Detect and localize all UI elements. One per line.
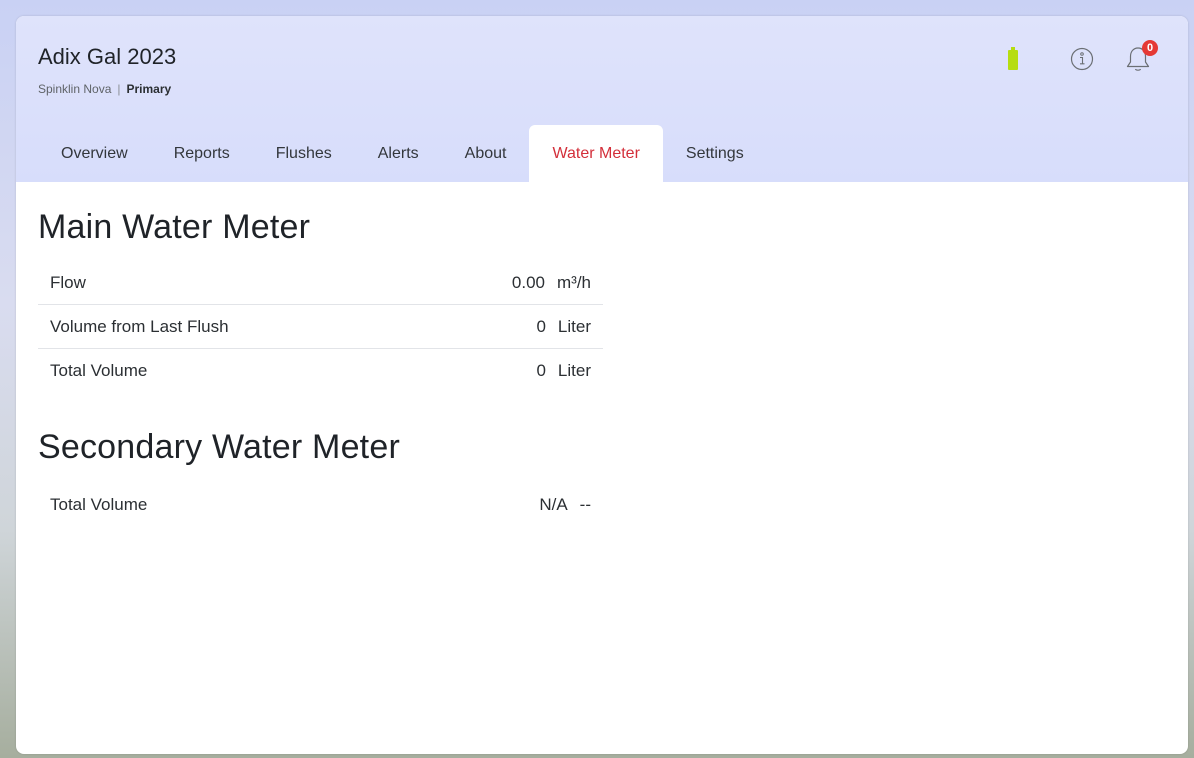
tab-reports[interactable]: Reports <box>151 125 253 182</box>
row-label: Flow <box>50 272 86 292</box>
row-value: 0.00 m³/h <box>412 261 603 305</box>
row-value: N/A -- <box>386 483 603 526</box>
tab-alerts[interactable]: Alerts <box>355 125 442 182</box>
notification-badge: 0 <box>1142 40 1158 56</box>
secondary-meter-table: Total Volume N/A -- <box>38 483 603 526</box>
controller-name: Spinklin Nova <box>38 82 112 96</box>
total-volume-unit: Liter <box>557 360 591 380</box>
device-header: Adix Gal 2023 Spinklin Nova | Primary 0 Ov… <box>16 16 1188 182</box>
secondary-meter-title: Secondary Water Meter <box>38 428 400 466</box>
flow-value: 0.00 <box>511 272 545 292</box>
info-icon[interactable] <box>1070 47 1094 71</box>
device-subtitle: Spinklin Nova | Primary <box>38 82 171 96</box>
table-row: Total Volume N/A -- <box>38 483 603 526</box>
main-meter-table: Flow 0.00 m³/h Volume from Last Flush 0 Li… <box>38 261 603 392</box>
tab-bar: Overview Reports Flushes Alerts About Wa… <box>38 125 767 182</box>
tab-flushes[interactable]: Flushes <box>253 125 355 182</box>
header-icons: 0 <box>1008 40 1158 74</box>
secondary-total-volume-value: N/A <box>539 494 568 514</box>
last-flush-volume-unit: Liter <box>557 316 591 336</box>
subtitle-separator: | <box>117 82 121 96</box>
secondary-total-volume-unit: -- <box>579 494 591 514</box>
main-meter-title: Main Water Meter <box>38 208 311 246</box>
last-flush-volume-value: 0 <box>536 316 546 336</box>
notifications-button[interactable]: 0 <box>1124 40 1158 74</box>
controller-role: Primary <box>126 82 172 96</box>
tab-overview[interactable]: Overview <box>38 125 151 182</box>
tab-water-meter[interactable]: Water Meter <box>529 125 663 182</box>
table-row: Flow 0.00 m³/h <box>38 261 603 305</box>
row-value: 0 Liter <box>412 304 603 349</box>
device-title: Adix Gal 2023 <box>38 44 177 69</box>
water-meter-content: Main Water Meter Flow 0.00 m³/h Volume fr… <box>16 208 1188 526</box>
tab-settings[interactable]: Settings <box>663 125 767 182</box>
tab-about[interactable]: About <box>442 125 530 182</box>
total-volume-value: 0 <box>536 360 546 380</box>
flow-unit: m³/h <box>557 272 591 292</box>
row-label: Volume from Last Flush <box>38 304 413 349</box>
row-label: Total Volume <box>50 494 148 514</box>
app-window: Adix Gal 2023 Spinklin Nova | Primary 0 Ov… <box>16 16 1188 754</box>
table-row: Volume from Last Flush 0 Liter <box>38 304 603 349</box>
table-row: Total Volume 0 Liter <box>38 348 603 392</box>
row-value: 0 Liter <box>412 348 603 392</box>
row-label: Total Volume <box>38 348 413 392</box>
battery-icon <box>1008 47 1018 70</box>
